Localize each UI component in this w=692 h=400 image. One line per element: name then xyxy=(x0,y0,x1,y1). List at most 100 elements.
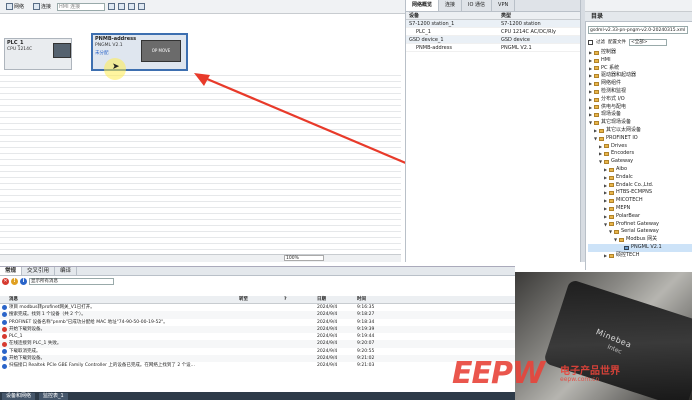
catalog-tree-item[interactable]: ▼ Profinet Gateway xyxy=(588,221,692,229)
info-tabs: 常规 交叉引用 编译 xyxy=(0,267,515,276)
expand-right-icon[interactable]: ▶ xyxy=(603,205,608,213)
expand-right-icon[interactable]: ▶ xyxy=(588,65,593,73)
catalog-tree-item[interactable]: ▶ Endalc Co.,Ltd. xyxy=(588,182,692,190)
tab-compile[interactable]: 编译 xyxy=(55,267,78,275)
error-filter-icon[interactable]: ✕ xyxy=(2,278,9,285)
expand-right-icon[interactable]: ▶ xyxy=(588,57,593,65)
expand-right-icon[interactable]: ▶ xyxy=(603,174,608,182)
task-watch-table[interactable]: 监控表_1 xyxy=(39,392,68,400)
message-goto[interactable] xyxy=(239,319,284,326)
catalog-tree-item[interactable]: ▼ Serial Gateway xyxy=(588,228,692,236)
tab-cross-references[interactable]: 交叉引用 xyxy=(22,267,56,275)
catalog-tree-item[interactable]: ▶ 检测和监视 xyxy=(588,88,692,96)
overview-row[interactable]: PLC_1 CPU 1214C AC/DC/Rly xyxy=(406,28,580,36)
expand-down-icon[interactable]: ▼ xyxy=(603,221,608,229)
tab-io-communication[interactable]: IO 通信 xyxy=(462,0,493,11)
catalog-tree-item[interactable]: ▶ Encoders xyxy=(588,150,692,158)
overview-row[interactable]: PNMB-address PNGML V2.1 xyxy=(406,44,580,52)
warning-filter-icon[interactable]: ! xyxy=(11,278,18,285)
catalog-tree-item[interactable]: ▶ PolarBear xyxy=(588,213,692,221)
info-panel: 常规 交叉引用 编译 ✕ ! i 显示所有消息 消息 转至 ? 日期 时间 项目… xyxy=(0,266,515,392)
expand-right-icon[interactable]: ▶ xyxy=(598,150,603,158)
profile-select[interactable]: <全部> xyxy=(629,38,667,46)
catalog-item-label: Endalc xyxy=(616,173,633,180)
tab-vpn[interactable]: VPN xyxy=(492,0,516,11)
catalog-tree-item[interactable]: ▶ 硕控TECH xyxy=(588,252,692,260)
expand-right-icon[interactable]: ▶ xyxy=(603,213,608,221)
expand-down-icon[interactable]: ▼ xyxy=(598,158,603,166)
message-row[interactable]: 扫描接口 Realtek PCIe GBE Family Controller … xyxy=(0,362,515,369)
message-goto[interactable] xyxy=(239,355,284,362)
message-row[interactable]: PROFINET 设备名称"pnmb"已成功分配给 MAC 地址"74-90-5… xyxy=(0,319,515,326)
folder-icon xyxy=(594,89,599,94)
catalog-tree-item[interactable]: ▶ 分布式 I/O xyxy=(588,96,692,104)
task-devices-networks[interactable]: 设备和网络 xyxy=(2,392,36,400)
expand-right-icon[interactable]: ▶ xyxy=(603,189,608,197)
overview-row[interactable]: GSD device_1 GSD device xyxy=(406,36,580,44)
message-row[interactable]: 下载取消完成。 2024/9/4 9:20:55 xyxy=(0,348,515,355)
catalog-tree-item[interactable]: ▶ MEPN xyxy=(588,205,692,213)
message-status-cell xyxy=(0,355,9,362)
expand-down-icon[interactable]: ▼ xyxy=(588,119,593,127)
catalog-tree-item[interactable]: ▶ 网络组件 xyxy=(588,80,692,88)
tab-general[interactable]: 常规 xyxy=(0,267,23,275)
catalog-tree-item[interactable]: ▶ Endalc xyxy=(588,174,692,182)
message-goto[interactable] xyxy=(239,348,284,355)
message-row[interactable]: 开始下载到设备。 2024/9/4 9:21:02 xyxy=(0,355,515,363)
expand-right-icon[interactable]: ▶ xyxy=(588,104,593,112)
message-row[interactable]: 搜索完成。找到 1 个设备（共 2 个）。 2024/9/4 9:18:27 xyxy=(0,311,515,319)
catalog-tree-item[interactable]: ▶ MICOTECH xyxy=(588,197,692,205)
message-goto[interactable] xyxy=(239,304,284,311)
expand-right-icon[interactable]: ▶ xyxy=(588,96,593,104)
message-goto[interactable] xyxy=(239,333,284,340)
expand-down-icon[interactable]: ▼ xyxy=(613,236,618,244)
catalog-tree-item[interactable]: PNGML V2.1 xyxy=(588,243,692,252)
col-device: 设备 xyxy=(409,13,420,19)
message-goto[interactable] xyxy=(239,340,284,347)
filter-label: 过滤 xyxy=(596,40,605,45)
expand-right-icon[interactable]: ▶ xyxy=(598,143,603,151)
catalog-tree-item[interactable]: ▶ Drives xyxy=(588,143,692,151)
overview-row[interactable]: S7-1200 station_1 S7-1200 station xyxy=(406,20,580,28)
catalog-tree-item[interactable]: ▼ Gateway xyxy=(588,158,692,166)
expand-right-icon[interactable]: ▶ xyxy=(603,166,608,174)
expand-right-icon[interactable]: ▶ xyxy=(588,88,593,96)
message-row[interactable]: PLC_1 2024/9/4 9:19:44 xyxy=(0,333,515,340)
catalog-tree-item[interactable]: ▶ HTBS-ECMPNS xyxy=(588,189,692,197)
expand-right-icon[interactable]: ▶ xyxy=(603,197,608,205)
expand-right-icon[interactable]: ▶ xyxy=(603,182,608,190)
expand-right-icon[interactable]: ▶ xyxy=(603,252,608,260)
tab-connections[interactable]: 连接 xyxy=(439,0,463,11)
expand-right-icon[interactable]: ▶ xyxy=(588,111,593,119)
info-filter-icon[interactable]: i xyxy=(20,278,27,285)
expand-right-icon[interactable]: ▶ xyxy=(588,72,593,80)
catalog-tree-item[interactable]: ▶ 现场设备 xyxy=(588,111,692,119)
filter-checkbox[interactable] xyxy=(588,39,593,45)
tab-network-overview[interactable]: 网络概览 xyxy=(406,0,440,11)
catalog-tree-item[interactable]: ▼ Modbus 网关 xyxy=(588,236,692,244)
message-filter-select[interactable]: 显示所有消息 xyxy=(29,278,114,285)
catalog-tree-item[interactable]: ▶ 其它以太网设备 xyxy=(588,127,692,135)
catalog-tree-item[interactable]: ▶ HMI xyxy=(588,57,692,65)
catalog-tree-item[interactable]: ▼ PROFINET IO xyxy=(588,135,692,143)
catalog-tree-item[interactable]: ▶ 控制器 xyxy=(588,49,692,57)
message-goto[interactable] xyxy=(239,362,284,369)
message-row[interactable]: 在线连接到 PLC_1 失败。 2024/9/4 9:20:07 xyxy=(0,340,515,348)
folder-icon xyxy=(599,136,604,141)
expand-down-icon[interactable]: ▼ xyxy=(608,228,613,236)
catalog-tree-item[interactable]: ▼ 其它现场设备 xyxy=(588,119,692,127)
expand-right-icon[interactable]: ▶ xyxy=(588,49,593,57)
catalog-tree-item[interactable]: ▶ Aibo xyxy=(588,166,692,174)
expand-right-icon[interactable]: ▶ xyxy=(588,80,593,88)
canvas-horizontal-scrollbar[interactable] xyxy=(0,254,401,262)
zoom-select[interactable]: 100% xyxy=(284,255,324,261)
message-goto[interactable] xyxy=(239,311,284,318)
message-time: 9:18:27 xyxy=(357,312,375,318)
expand-down-icon[interactable]: ▼ xyxy=(593,135,598,143)
folder-icon xyxy=(609,199,614,204)
message-row[interactable]: 项目 modbus转profinet网关_V1已打开。 2024/9/4 9:16:… xyxy=(0,304,515,311)
message-row[interactable]: 开始下载到设备。 2024/9/4 9:19:39 xyxy=(0,325,515,334)
message-goto[interactable] xyxy=(239,326,284,333)
catalog-search-input[interactable]: gsdml-v2.33-pn-pngm-v2.0-20240315.xml xyxy=(588,26,688,34)
expand-right-icon[interactable]: ▶ xyxy=(593,127,598,135)
